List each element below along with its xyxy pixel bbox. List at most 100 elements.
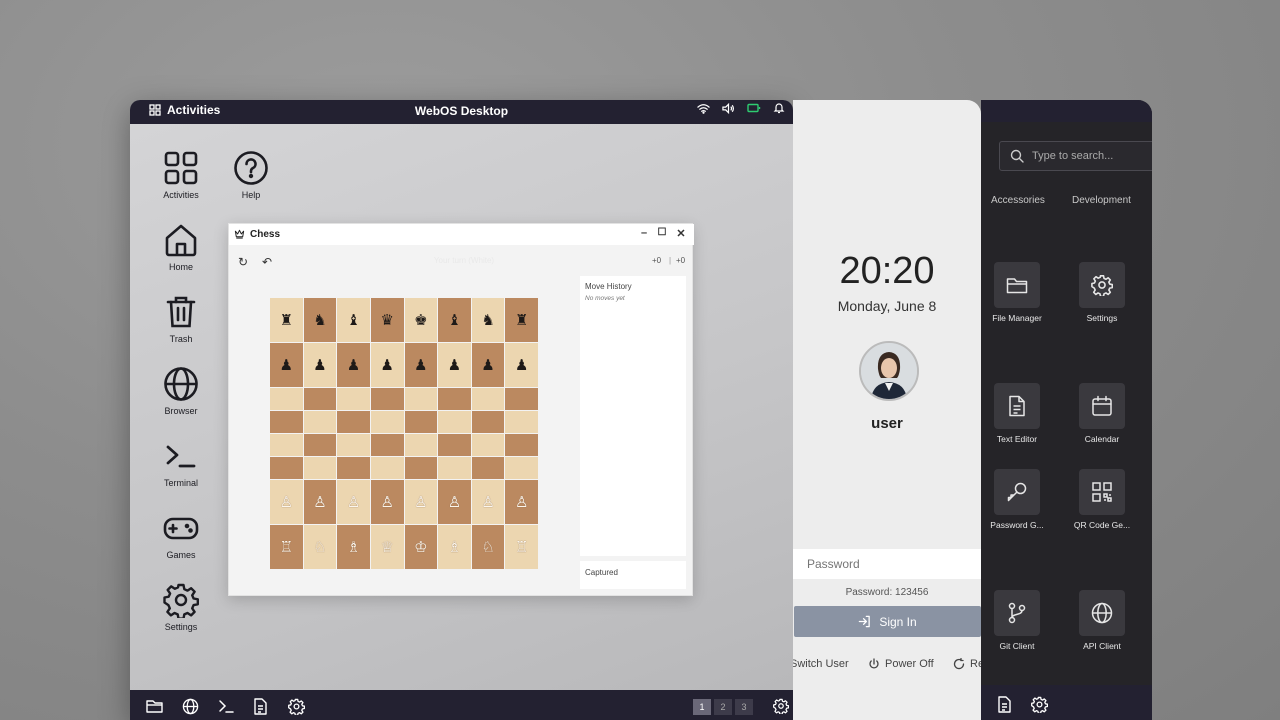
board-square[interactable] (270, 411, 303, 433)
chess-piece[interactable]: ♟ (515, 357, 528, 373)
board-square[interactable]: ♟ (438, 343, 471, 387)
chess-piece[interactable]: ♝ (448, 312, 461, 328)
board-square[interactable]: ♘ (471, 525, 505, 569)
board-square[interactable] (337, 411, 370, 433)
workspace-2[interactable]: 2 (714, 699, 732, 715)
app-calendar[interactable]: Calendar (1057, 383, 1147, 444)
close-button[interactable]: ✕ (674, 227, 688, 240)
chess-piece[interactable]: ♙ (481, 494, 494, 510)
maximize-button[interactable]: ☐ (655, 227, 669, 238)
board-square[interactable]: ♔ (404, 525, 438, 569)
gear-icon[interactable] (288, 698, 305, 715)
board-square[interactable]: ♟ (270, 343, 303, 387)
board-square[interactable]: ♙ (505, 480, 538, 524)
chess-piece[interactable]: ♟ (347, 357, 360, 373)
board-square[interactable]: ♙ (370, 480, 404, 524)
chess-piece[interactable]: ♞ (481, 312, 494, 328)
gear-icon[interactable] (1031, 696, 1048, 713)
board-square[interactable]: ♝ (438, 298, 471, 342)
board-square[interactable] (471, 434, 505, 456)
board-square[interactable]: ♟ (303, 343, 337, 387)
workspace-1[interactable]: 1 (693, 699, 711, 715)
board-square[interactable] (370, 388, 404, 410)
app-git-client[interactable]: Git Client (981, 590, 1062, 651)
board-square[interactable]: ♟ (404, 343, 438, 387)
bell-icon[interactable] (773, 102, 785, 114)
board-square[interactable] (370, 411, 404, 433)
board-square[interactable]: ♜ (270, 298, 303, 342)
password-input[interactable] (793, 549, 981, 579)
board-square[interactable] (270, 388, 303, 410)
board-square[interactable]: ♕ (370, 525, 404, 569)
board-square[interactable]: ♞ (471, 298, 505, 342)
board-square[interactable]: ♟ (505, 343, 538, 387)
chess-piece[interactable]: ♜ (515, 312, 528, 328)
chess-piece[interactable]: ♕ (380, 539, 393, 555)
chess-title-bar[interactable]: Chess – ☐ ✕ (229, 224, 694, 245)
board-square[interactable] (337, 457, 370, 479)
chess-piece[interactable]: ♗ (347, 539, 360, 555)
volume-icon[interactable] (722, 102, 735, 114)
terminal-icon[interactable] (218, 698, 234, 714)
board-square[interactable]: ♞ (303, 298, 337, 342)
chess-piece[interactable]: ♟ (448, 357, 461, 373)
sign-in-button[interactable]: Sign In (794, 606, 981, 637)
board-square[interactable] (404, 388, 438, 410)
desktop-icon-help[interactable]: Help (219, 150, 283, 200)
board-square[interactable]: ♟ (471, 343, 505, 387)
wifi-icon[interactable] (697, 103, 710, 114)
undo-icon[interactable]: ↶ (262, 255, 272, 269)
board-square[interactable]: ♖ (270, 525, 303, 569)
battery-icon[interactable] (747, 103, 761, 113)
chess-piece[interactable]: ♙ (313, 494, 326, 510)
app-api-client[interactable]: API Client (1057, 590, 1147, 651)
power-off-button[interactable]: Power Off (868, 658, 934, 670)
chess-piece[interactable]: ♙ (280, 494, 293, 510)
board-square[interactable]: ♟ (370, 343, 404, 387)
board-square[interactable] (404, 434, 438, 456)
board-square[interactable]: ♗ (337, 525, 370, 569)
chess-piece[interactable]: ♖ (280, 539, 293, 555)
board-square[interactable] (505, 411, 538, 433)
board-square[interactable]: ♟ (337, 343, 370, 387)
board-square[interactable] (471, 411, 505, 433)
search-input[interactable]: Type to search... (999, 141, 1152, 171)
chess-piece[interactable]: ♙ (347, 494, 360, 510)
board-square[interactable] (404, 457, 438, 479)
document-icon[interactable] (997, 696, 1012, 713)
board-square[interactable] (505, 457, 538, 479)
chess-piece[interactable]: ♙ (515, 494, 528, 510)
chess-piece[interactable]: ♙ (414, 494, 427, 510)
board-square[interactable]: ♚ (404, 298, 438, 342)
app-settings[interactable]: Settings (1057, 262, 1147, 323)
settings-gear-icon[interactable] (773, 698, 789, 714)
workspace-3[interactable]: 3 (735, 699, 753, 715)
board-square[interactable] (438, 457, 471, 479)
chess-piece[interactable]: ♟ (481, 357, 494, 373)
board-square[interactable]: ♙ (303, 480, 337, 524)
desktop-icon-browser[interactable]: Browser (149, 366, 213, 416)
board-square[interactable] (370, 434, 404, 456)
board-square[interactable]: ♙ (270, 480, 303, 524)
board-square[interactable]: ♘ (303, 525, 337, 569)
board-square[interactable] (303, 434, 337, 456)
app-text-editor[interactable]: Text Editor (981, 383, 1062, 444)
switch-user-button[interactable]: Switch User (793, 658, 849, 670)
board-square[interactable]: ♝ (337, 298, 370, 342)
chess-piece[interactable]: ♟ (313, 357, 326, 373)
folder-icon[interactable] (146, 698, 164, 714)
reset-icon[interactable]: ↻ (238, 255, 248, 269)
board-square[interactable] (303, 411, 337, 433)
board-square[interactable] (471, 388, 505, 410)
board-square[interactable] (471, 457, 505, 479)
board-square[interactable] (505, 434, 538, 456)
board-square[interactable] (337, 434, 370, 456)
chess-piece[interactable]: ♙ (380, 494, 393, 510)
board-square[interactable]: ♖ (505, 525, 538, 569)
board-square[interactable] (404, 411, 438, 433)
board-square[interactable]: ♙ (404, 480, 438, 524)
app-qr-code-generator[interactable]: QR Code Ge... (1057, 469, 1147, 530)
desktop-icon-settings[interactable]: Settings (149, 582, 213, 632)
chess-piece[interactable]: ♟ (414, 357, 427, 373)
chess-piece[interactable]: ♖ (515, 539, 528, 555)
